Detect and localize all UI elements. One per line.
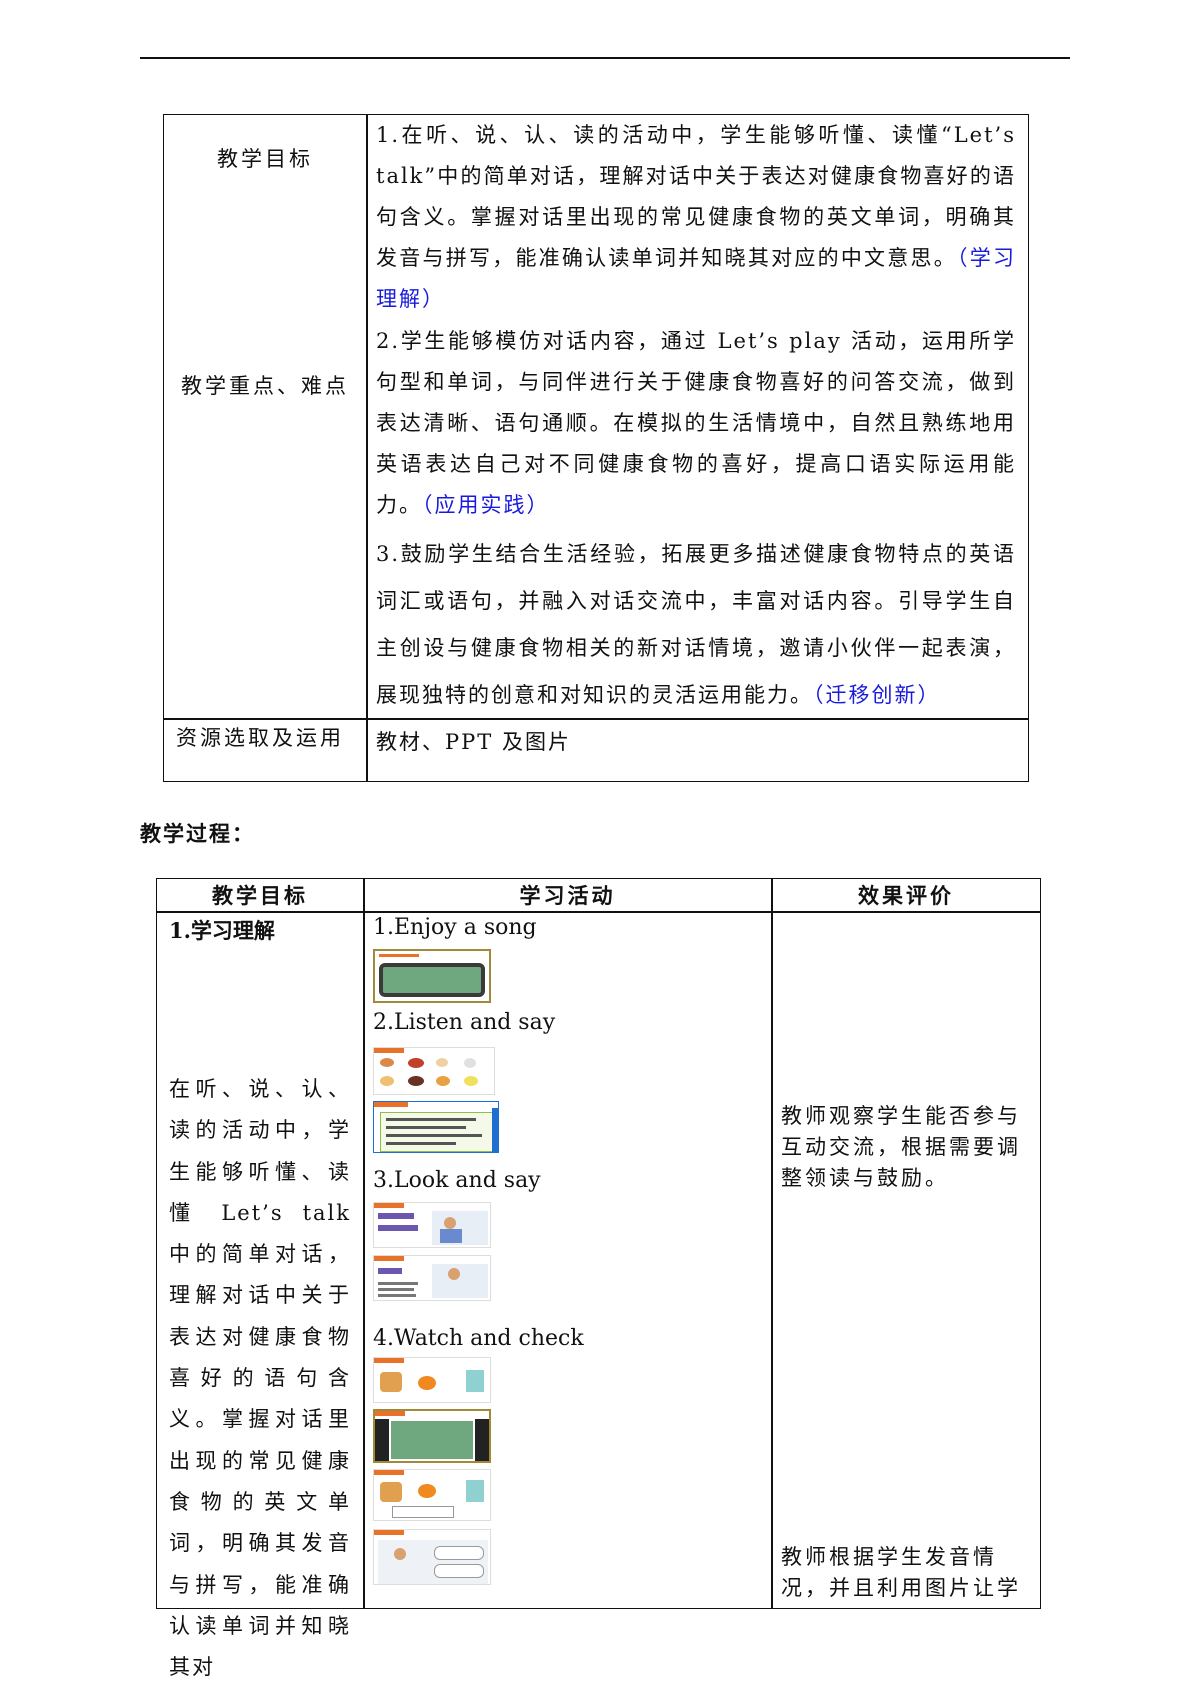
activity-enjoy-song: 1.Enjoy a song xyxy=(373,915,537,940)
column-divider xyxy=(366,115,368,781)
activity-look-say: 3.Look and say xyxy=(373,1168,541,1193)
goal-title: 1.学习理解 xyxy=(169,918,275,943)
header-rule xyxy=(140,57,1070,59)
song-video-thumbnail xyxy=(373,949,491,1003)
col-header-goal: 教学目标 xyxy=(212,883,308,908)
objective-3: 3.鼓励学生结合生活经验，拓展更多描述健康食物特点的英语词汇或语句，并融入对话交… xyxy=(376,531,1016,719)
column-divider xyxy=(363,879,365,1608)
mom-dialogue-thumbnail xyxy=(373,1529,491,1585)
process-heading: 教学过程： xyxy=(140,821,255,846)
objective-2-tag: （应用实践） xyxy=(422,493,550,517)
column-divider xyxy=(771,879,773,1608)
food-vocabulary-thumbnail xyxy=(373,1047,495,1095)
objective-3-tag: （迁移创新） xyxy=(813,683,941,707)
evaluation-1: 教师观察学生能否参与互动交流，根据需要调整领读与鼓励。 xyxy=(781,1104,1021,1190)
dialogue-video-thumbnail xyxy=(373,1409,491,1463)
process-table: 教学目标 学习活动 效果评价 1.学习理解 在听、说、认、读的活动中，学生能够听… xyxy=(156,878,1041,1679)
breakfast-choices-thumbnail xyxy=(373,1357,491,1403)
look-say-thumbnail-2 xyxy=(373,1255,491,1301)
label-teaching-objectives: 教学目标 xyxy=(217,147,313,171)
col-header-eval: 效果评价 xyxy=(858,883,954,908)
header-row-divider xyxy=(157,911,1040,913)
objective-1: 1.在听、说、认、读的活动中，学生能够听懂、读懂“Let’s talk”中的简单… xyxy=(376,115,1016,320)
look-say-thumbnail-1 xyxy=(373,1202,491,1248)
objectives-table: 教学目标 教学重点、难点 资源选取及运用 1.在听、说、认、读的活动中，学生能够… xyxy=(163,114,1029,782)
label-resources: 资源选取及运用 xyxy=(176,726,344,750)
evaluation-2: 教师根据学生发音情况，并且利用图片让学 xyxy=(781,1545,1021,1600)
check-answer-thumbnail xyxy=(373,1469,491,1521)
col-header-activity: 学习活动 xyxy=(519,883,616,908)
activity-watch-check: 4.Watch and check xyxy=(373,1326,584,1351)
objective-2-text: 2.学生能够模仿对话内容，通过 Let’s play 活动，运用所学句型和单词，… xyxy=(376,329,1016,517)
activity-listen-say: 2.Listen and say xyxy=(373,1010,556,1035)
objective-1-text: 1.在听、说、认、读的活动中，学生能够听懂、读懂“Let’s talk”中的简单… xyxy=(376,123,1016,270)
label-key-points: 教学重点、难点 xyxy=(181,374,349,398)
objective-2: 2.学生能够模仿对话内容，通过 Let’s play 活动，运用所学句型和单词，… xyxy=(376,321,1016,526)
goal-text: 在听、说、认、读的活动中，学生能够听懂、读懂 Let’s talk 中的简单对话… xyxy=(169,1077,351,1680)
resources-text: 教材、PPT 及图片 xyxy=(376,730,571,754)
unit-goals-thumbnail xyxy=(373,1101,499,1153)
